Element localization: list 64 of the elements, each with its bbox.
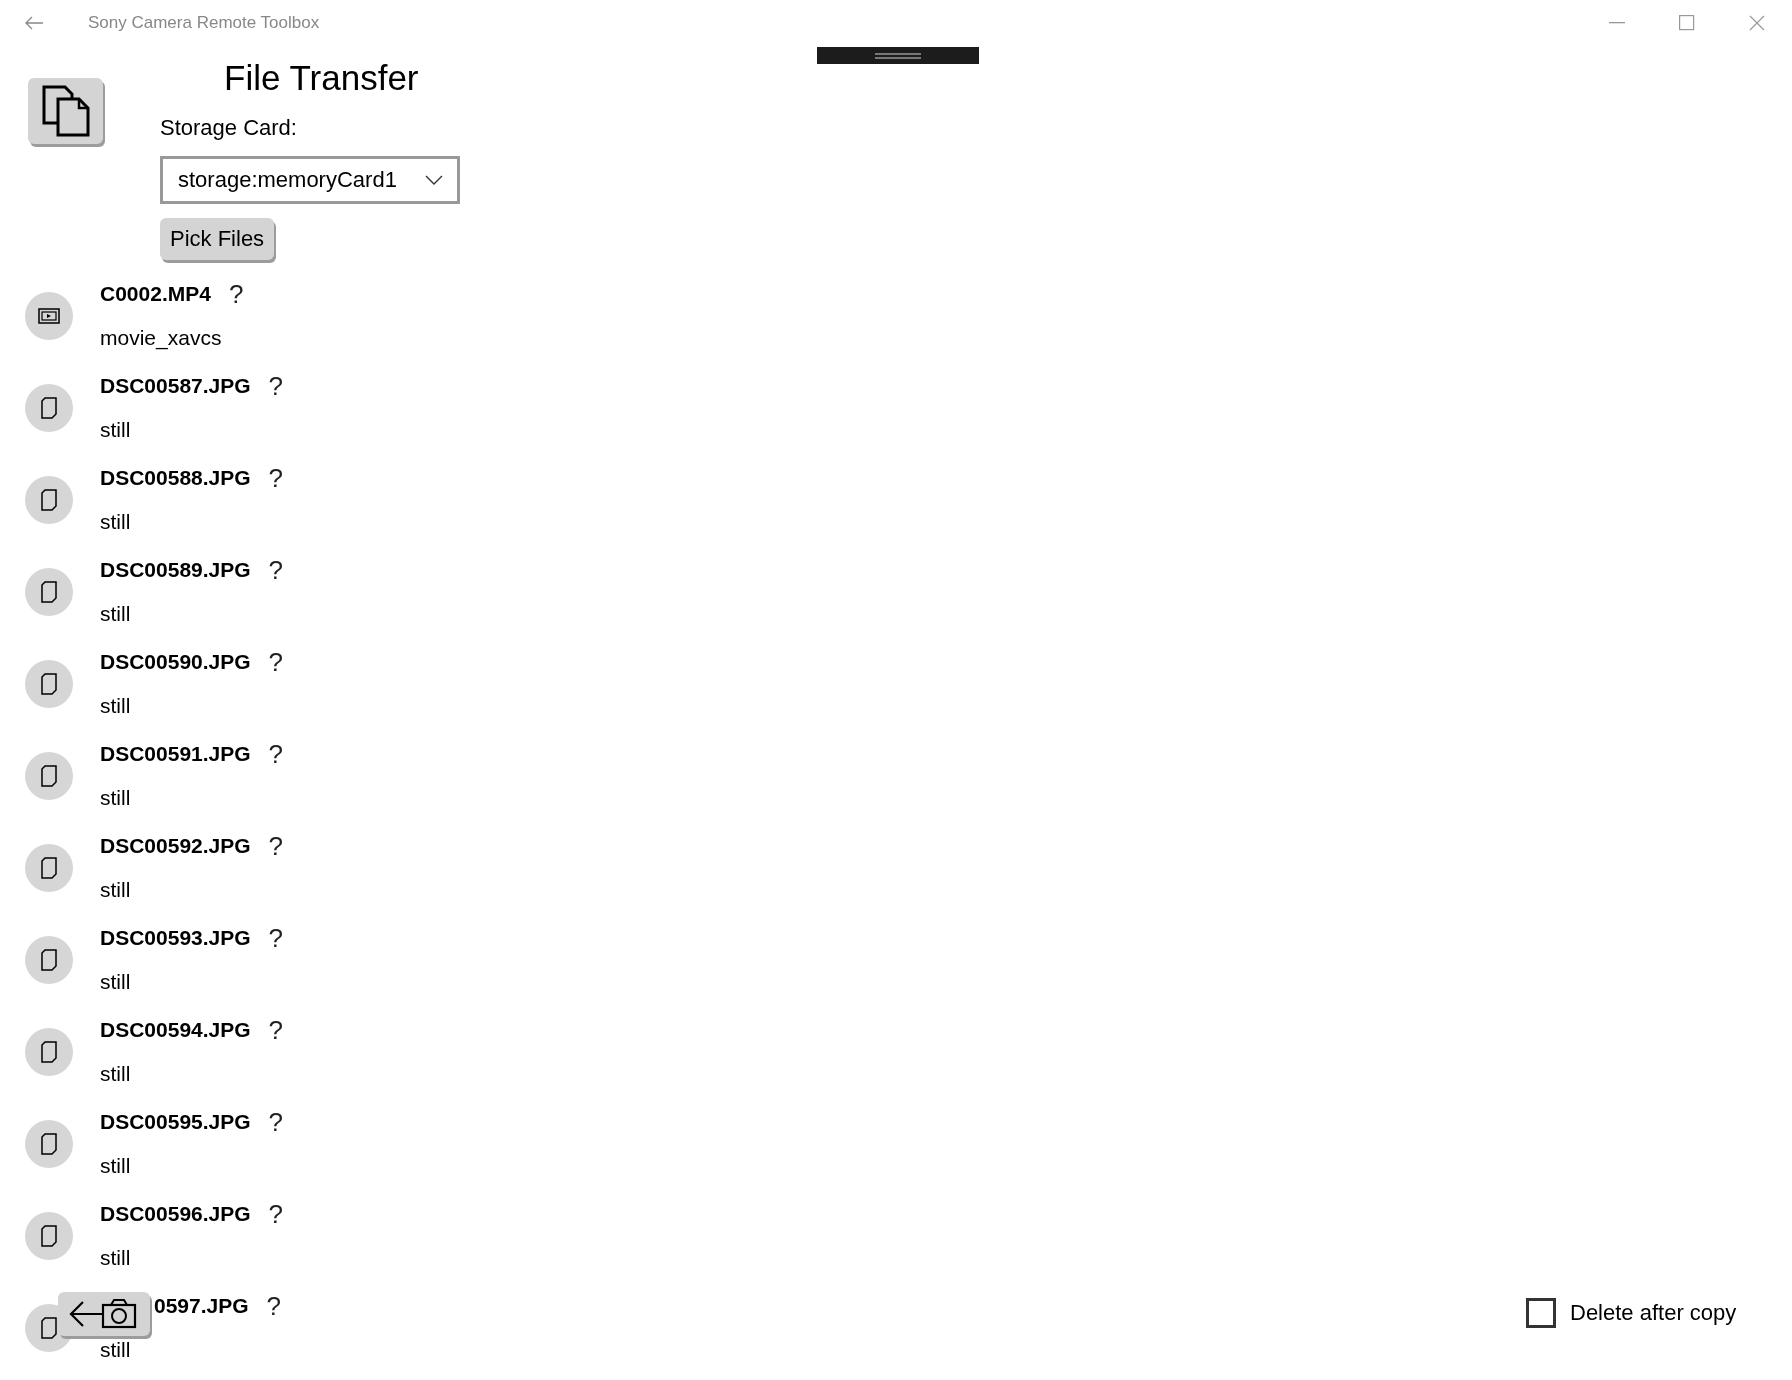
file-type: still	[100, 877, 132, 903]
file-type: still	[100, 1245, 132, 1271]
file-type: still	[100, 509, 132, 535]
card-icon	[41, 673, 57, 695]
card-icon	[41, 581, 57, 603]
file-name: DSC00591.JPG	[100, 741, 251, 767]
file-type: still	[100, 601, 132, 627]
status-mark: ?	[268, 649, 284, 675]
page-title: File Transfer	[224, 57, 419, 99]
documents-icon	[41, 85, 90, 137]
card-icon	[41, 397, 57, 419]
status-mark: ?	[268, 1017, 284, 1043]
file-type: still	[100, 693, 132, 719]
card-icon	[41, 1317, 57, 1339]
status-mark: ?	[268, 557, 284, 583]
file-type: still	[100, 1337, 132, 1363]
file-name: DSC00595.JPG	[100, 1109, 251, 1135]
minimize-icon	[1609, 22, 1625, 24]
status-mark: ?	[268, 1201, 284, 1227]
status-mark: ?	[268, 373, 284, 399]
file-name: DSC00594.JPG	[100, 1017, 251, 1043]
file-name: DSC00589.JPG	[100, 557, 251, 583]
file-name: DSC00596.JPG	[100, 1201, 251, 1227]
file-type: still	[100, 417, 132, 443]
window-title: Sony Camera Remote Toolbox	[88, 13, 320, 33]
checkbox[interactable]	[1526, 1298, 1556, 1328]
file-type: movie_xavcs	[100, 325, 223, 351]
card-icon	[41, 765, 57, 787]
file-name: DSC00587.JPG	[100, 373, 251, 399]
pick-files-button[interactable]: Pick Files	[160, 218, 275, 260]
file-type: still	[100, 785, 132, 811]
back-to-camera-button[interactable]	[58, 1292, 150, 1336]
storage-dropdown[interactable]: storage:memoryCard1	[160, 156, 460, 204]
card-icon	[41, 489, 57, 511]
maximize-icon	[1679, 15, 1695, 31]
card-icon	[41, 1041, 57, 1063]
drag-handle[interactable]	[817, 47, 979, 64]
card-icon	[41, 1133, 57, 1155]
status-mark: ?	[268, 925, 284, 951]
status-mark: ?	[266, 1293, 282, 1319]
storage-label: Storage Card:	[160, 114, 297, 142]
files-button[interactable]	[28, 78, 103, 144]
chevron-icon	[425, 175, 443, 185]
file-type: still	[100, 1153, 132, 1179]
file-type: still	[100, 1061, 132, 1087]
close-icon	[1749, 15, 1765, 31]
card-icon	[41, 949, 57, 971]
film-icon	[38, 308, 60, 324]
file-name: DSC00588.JPG	[100, 465, 251, 491]
file-type: still	[100, 969, 132, 995]
file-name: 0597.JPG	[154, 1293, 249, 1319]
card-icon	[41, 1225, 57, 1247]
status-mark: ?	[268, 741, 284, 767]
file-name: DSC00590.JPG	[100, 649, 251, 675]
card-icon	[41, 857, 57, 879]
status-mark: ?	[268, 465, 284, 491]
status-mark: ?	[268, 1109, 284, 1135]
file-name: DSC00592.JPG	[100, 833, 251, 859]
file-name: DSC00593.JPG	[100, 925, 251, 951]
file-name: C0002.MP4	[100, 281, 211, 307]
checkbox-label: Delete after copy	[1570, 1300, 1737, 1326]
status-mark: ?	[228, 281, 244, 307]
back-arrow-icon	[24, 15, 44, 31]
status-mark: ?	[268, 833, 284, 859]
